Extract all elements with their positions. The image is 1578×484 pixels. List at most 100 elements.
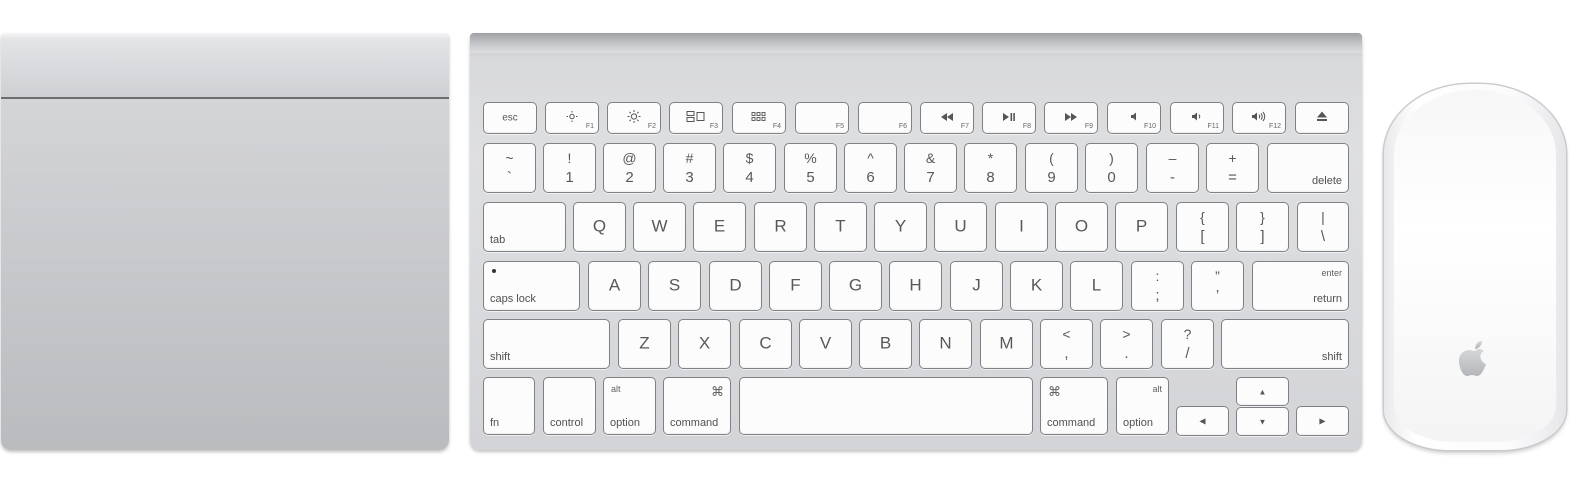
key-equal[interactable]: + = [1206, 143, 1259, 193]
key-label: fn [490, 417, 500, 429]
key-r[interactable]: R [754, 202, 807, 252]
key-f1[interactable]: F1 [545, 102, 599, 134]
key-c[interactable]: C [739, 319, 792, 369]
key-period[interactable]: > . [1100, 319, 1153, 369]
key-n[interactable]: N [919, 319, 972, 369]
key-arrow-right[interactable]: ▶ [1296, 406, 1349, 436]
key-8[interactable]: * 8 [964, 143, 1017, 193]
key-fn[interactable]: fn [483, 377, 535, 435]
key-f10[interactable]: F10 [1107, 102, 1161, 134]
key-h[interactable]: H [889, 261, 942, 311]
key-shift-right[interactable]: shift [1221, 319, 1349, 369]
key-d[interactable]: D [709, 261, 762, 311]
key-label: command [1047, 417, 1096, 429]
key-e[interactable]: E [693, 202, 746, 252]
key-char: V [819, 333, 832, 353]
key-b[interactable]: B [859, 319, 912, 369]
key-option-left[interactable]: alt option [603, 377, 656, 435]
key-left-bracket[interactable]: { [ [1176, 202, 1229, 252]
key-f7[interactable]: F7 [920, 102, 974, 134]
key-semicolon[interactable]: : ; [1131, 261, 1184, 311]
key-shift-left[interactable]: shift [483, 319, 610, 369]
key-f9[interactable]: F9 [1044, 102, 1098, 134]
key-f11[interactable]: F11 [1170, 102, 1224, 134]
key-arrow-down[interactable]: ▼ [1236, 407, 1289, 436]
key-backslash[interactable]: | \ [1297, 202, 1349, 252]
key-f4[interactable]: F4 [732, 102, 786, 134]
key-char: Q [592, 216, 607, 236]
key-quote[interactable]: ” ’ [1191, 261, 1244, 311]
key-command-right[interactable]: ⌘ command [1040, 377, 1108, 435]
key-t[interactable]: T [814, 202, 867, 252]
key-1[interactable]: ! 1 [543, 143, 596, 193]
key-f[interactable]: F [769, 261, 822, 311]
key-char: ; [1155, 287, 1160, 304]
key-minus[interactable]: – - [1146, 143, 1199, 193]
key-char: D [729, 275, 742, 295]
wireless-keyboard: esc F1 F2 F3 F4 F5 F6 F7 F8 F9 F10 F11 F… [470, 33, 1362, 450]
key-control[interactable]: control [543, 377, 596, 435]
key-y[interactable]: Y [874, 202, 927, 252]
key-return[interactable]: enter return [1252, 261, 1349, 311]
key-option-right[interactable]: alt option [1116, 377, 1169, 435]
key-m[interactable]: M [980, 319, 1033, 369]
key-q[interactable]: Q [573, 202, 626, 252]
key-char: A [608, 275, 621, 295]
key-label: shift [1321, 351, 1342, 363]
key-k[interactable]: K [1010, 261, 1063, 311]
key-4[interactable]: $ 4 [723, 143, 776, 193]
key-0[interactable]: ) 0 [1085, 143, 1138, 193]
key-f5[interactable]: F5 [795, 102, 849, 134]
key-caps-lock[interactable]: caps lock [483, 261, 580, 311]
key-x[interactable]: X [678, 319, 731, 369]
magic-mouse[interactable] [1384, 84, 1566, 450]
key-eject[interactable] [1295, 102, 1349, 134]
key-p[interactable]: P [1115, 202, 1168, 252]
key-char: 4 [745, 169, 754, 186]
key-right-bracket[interactable]: } ] [1236, 202, 1289, 252]
key-j[interactable]: J [950, 261, 1003, 311]
key-v[interactable]: V [799, 319, 852, 369]
magic-trackpad[interactable] [1, 33, 449, 450]
key-fn-label: F5 [835, 123, 844, 130]
key-7[interactable]: & 7 [904, 143, 957, 193]
key-shift-char: + [1228, 150, 1237, 166]
key-arrow-up[interactable]: ▲ [1236, 377, 1289, 406]
key-9[interactable]: ( 9 [1025, 143, 1078, 193]
key-tab[interactable]: tab [483, 202, 566, 252]
key-char: R [774, 216, 787, 236]
key-f8[interactable]: F8 [982, 102, 1036, 134]
key-slash[interactable]: ? / [1161, 319, 1214, 369]
key-char: ’ [1215, 287, 1220, 304]
key-f6[interactable]: F6 [858, 102, 912, 134]
key-i[interactable]: I [995, 202, 1048, 252]
key-delete[interactable]: delete [1267, 143, 1349, 193]
key-g[interactable]: G [829, 261, 882, 311]
key-w[interactable]: W [633, 202, 686, 252]
key-l[interactable]: L [1070, 261, 1123, 311]
key-5[interactable]: % 5 [784, 143, 837, 193]
key-a[interactable]: A [588, 261, 641, 311]
key-2[interactable]: @ 2 [603, 143, 656, 193]
key-z[interactable]: Z [618, 319, 671, 369]
key-6[interactable]: ^ 6 [844, 143, 897, 193]
key-f2[interactable]: F2 [607, 102, 661, 134]
key-tilde[interactable]: ~ ` [483, 143, 536, 193]
key-space[interactable] [739, 377, 1033, 435]
key-char: . [1124, 345, 1129, 362]
key-label: command [670, 417, 719, 429]
key-o[interactable]: O [1055, 202, 1108, 252]
key-u[interactable]: U [934, 202, 987, 252]
key-3[interactable]: # 3 [663, 143, 716, 193]
key-f3[interactable]: F3 [669, 102, 723, 134]
key-s[interactable]: S [648, 261, 701, 311]
key-arrow-left[interactable]: ◀ [1176, 406, 1229, 436]
key-shift-char: > [1122, 326, 1131, 342]
key-fn-label: F7 [960, 123, 969, 130]
key-char: Z [639, 333, 650, 353]
key-esc[interactable]: esc [483, 102, 537, 134]
key-command-left[interactable]: ⌘ command [663, 377, 731, 435]
key-comma[interactable]: < , [1040, 319, 1093, 369]
key-f12[interactable]: F12 [1232, 102, 1286, 134]
key-shift-char: % [804, 150, 817, 166]
